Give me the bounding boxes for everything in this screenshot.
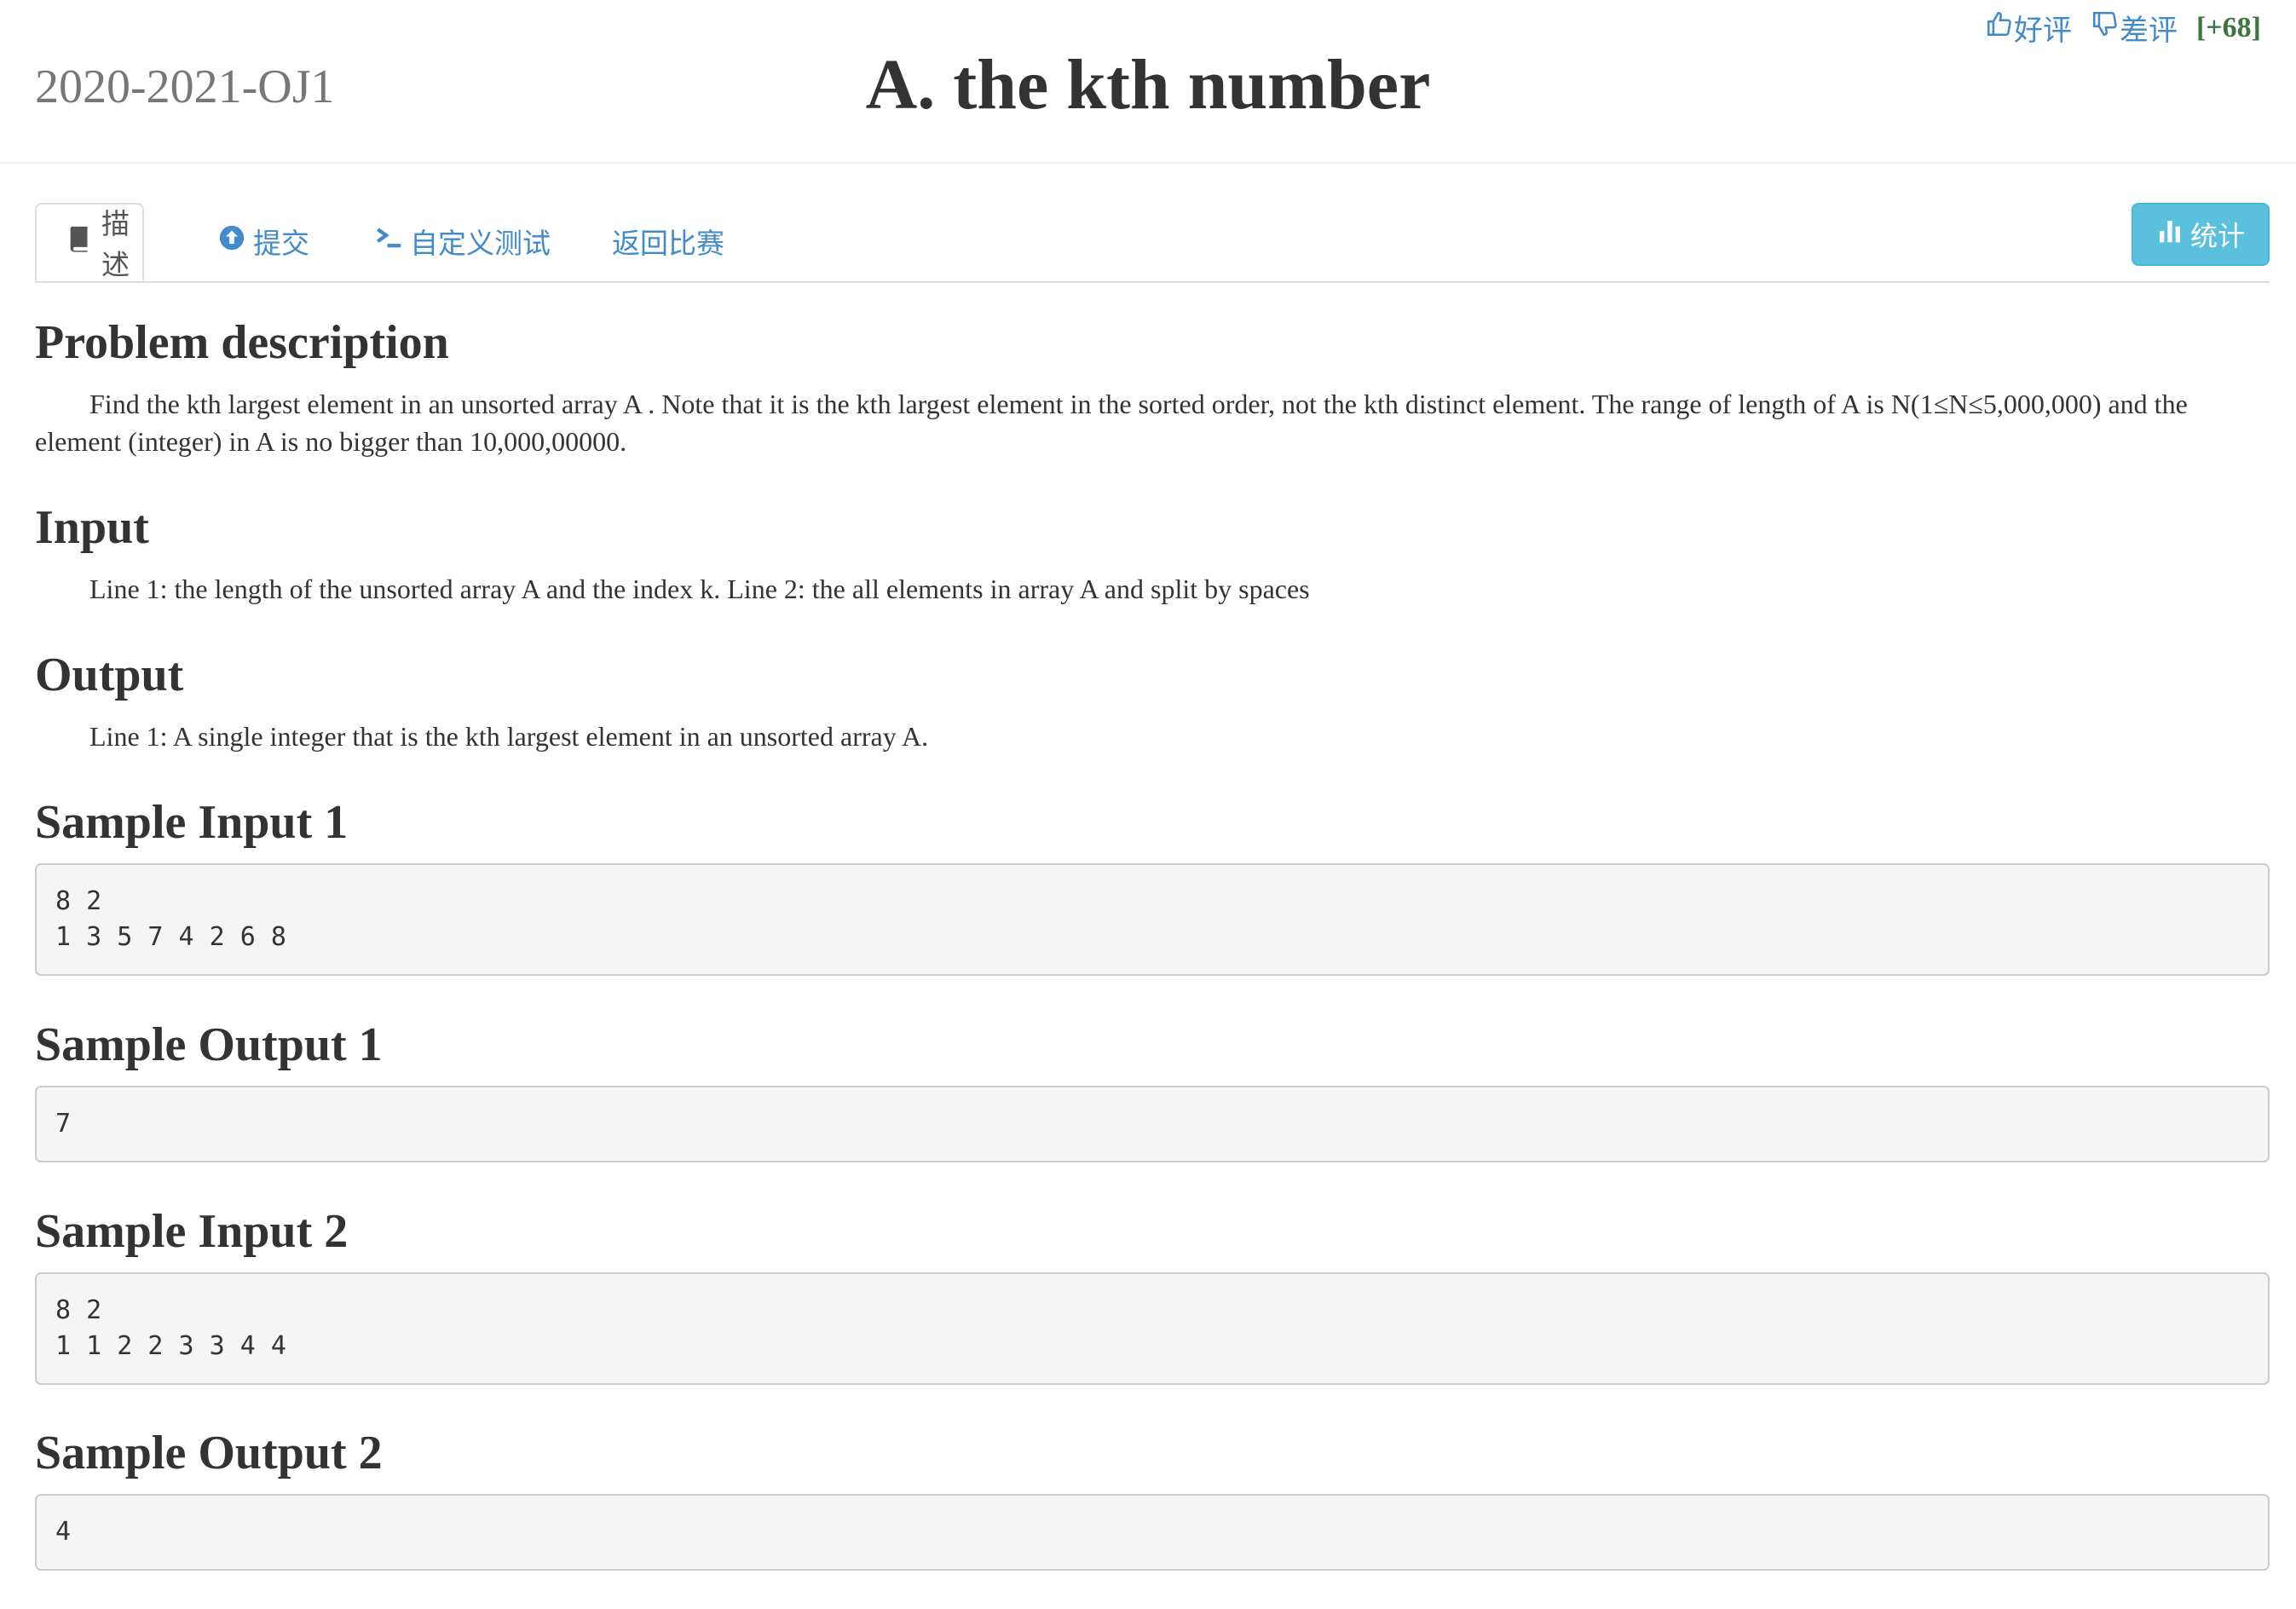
- output-heading: Output: [35, 649, 184, 701]
- dislike-button[interactable]: 差评: [2091, 7, 2178, 49]
- sample-output-1-code: 7: [35, 1086, 2270, 1163]
- tab-back-to-contest[interactable]: 返回比赛: [612, 203, 724, 280]
- dislike-label: 差评: [2119, 15, 2178, 47]
- sample-output-1-heading: Sample Output 1: [35, 1018, 383, 1071]
- sample-output-2-section: Sample Output 2 4: [35, 1426, 2270, 1572]
- output-section: Output Line 1: A single integer that is …: [35, 648, 2270, 755]
- input-heading: Input: [35, 501, 149, 554]
- tab-description[interactable]: 描述: [35, 203, 144, 281]
- bar-chart-icon: [2156, 217, 2184, 251]
- input-text: Line 1: the length of the unsorted array…: [89, 574, 1310, 605]
- description-section: Problem description Find the kth largest…: [35, 315, 2270, 460]
- tab-label: 自定义测试: [410, 227, 551, 260]
- statistics-button[interactable]: 统计: [2132, 203, 2270, 266]
- tab-custom-test[interactable]: 自定义测试: [374, 203, 551, 280]
- sample-output-1-section: Sample Output 1 7: [35, 1018, 2270, 1163]
- tab-label: 描述: [101, 207, 130, 281]
- input-section: Input Line 1: the length of the unsorted…: [35, 500, 2270, 608]
- upload-circle-icon: [217, 223, 246, 259]
- book-icon: [66, 224, 95, 260]
- statistics-label: 统计: [2189, 220, 2245, 252]
- sample-input-2-heading: Sample Input 2: [35, 1205, 349, 1258]
- problem-title: A. the kth number: [865, 45, 1431, 124]
- page-header: 2020-2021-OJ1 A. the kth number 好评 差评 [+…: [0, 0, 2296, 164]
- sample-input-1-heading: Sample Input 1: [35, 796, 349, 849]
- tab-label: 提交: [253, 227, 309, 260]
- sample-output-2-heading: Sample Output 2: [35, 1427, 383, 1479]
- sample-output-2-code: 4: [35, 1494, 2270, 1572]
- like-button[interactable]: 好评: [1985, 7, 2072, 49]
- rating-score: [+68]: [2195, 11, 2261, 43]
- thumbs-down-icon: [2091, 9, 2120, 46]
- tab-submit[interactable]: 提交: [217, 203, 309, 280]
- description-heading: Problem description: [35, 316, 449, 369]
- terminal-icon: [374, 223, 403, 259]
- like-label: 好评: [2013, 15, 2072, 47]
- sample-input-2-section: Sample Input 2 8 2 1 1 2 2 3 3 4 4: [35, 1204, 2270, 1386]
- output-text: Line 1: A single integer that is the kth…: [89, 721, 929, 753]
- sample-input-2-code: 8 2 1 1 2 2 3 3 4 4: [35, 1272, 2270, 1386]
- thumbs-up-icon: [1985, 9, 2014, 46]
- sample-input-1-section: Sample Input 1 8 2 1 3 5 7 4 2 6 8: [35, 795, 2270, 977]
- tab-label: 返回比赛: [612, 227, 724, 260]
- description-text: Find the kth largest element in an unsor…: [35, 389, 2188, 458]
- sample-input-1-code: 8 2 1 3 5 7 4 2 6 8: [35, 863, 2270, 977]
- rating-bar: 好评 差评 [+68]: [1985, 7, 2261, 49]
- problem-tabs: 描述 提交 自定义测试 返回比赛 统计: [35, 203, 2270, 283]
